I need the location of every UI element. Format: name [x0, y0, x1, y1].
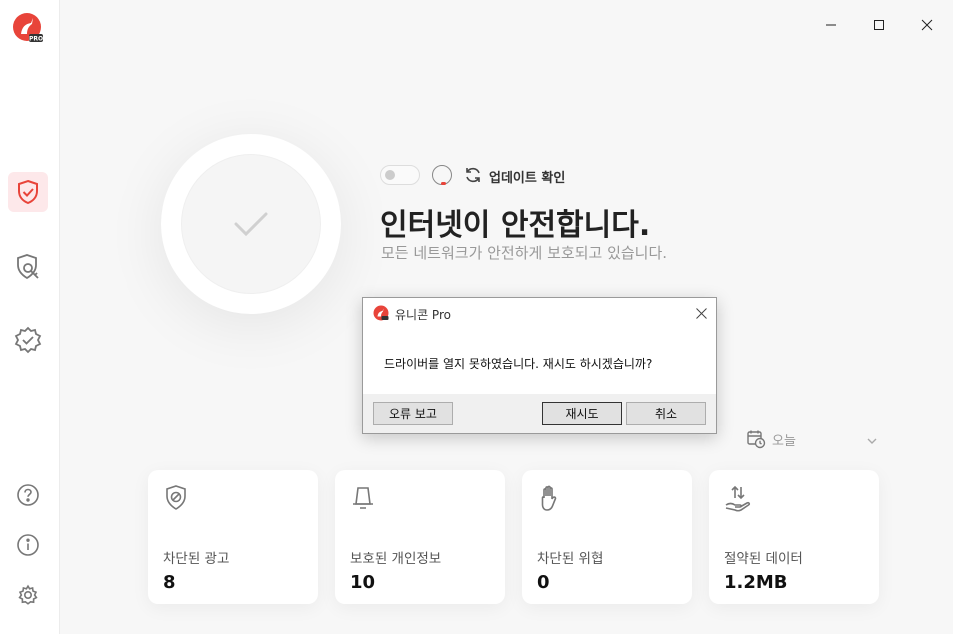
ad-block-icon — [162, 484, 190, 516]
stat-card-blocked-ads: 차단된 광고 8 — [148, 470, 318, 604]
stat-card-protected-privacy: 보호된 개인정보 10 — [335, 470, 505, 604]
sidebar-item-protection[interactable] — [8, 172, 48, 212]
question-icon — [17, 484, 39, 506]
unicorn-app-icon — [373, 305, 389, 321]
unicorn-logo: PRO — [12, 12, 44, 44]
dialog-titlebar: 유니콘 Pro — [363, 298, 716, 328]
close-icon — [921, 19, 933, 31]
chevron-down-icon[interactable] — [866, 432, 878, 451]
stat-card-blocked-threats: 차단된 위협 0 — [522, 470, 692, 604]
dialog-body: 드라이버를 열지 못하였습니다. 재시도 하시겠습니까? — [363, 328, 716, 394]
retry-button[interactable]: 재시도 — [542, 402, 622, 425]
status-headline: 인터넷이 안전합니다. — [380, 208, 651, 243]
shield-check-icon — [18, 179, 38, 205]
bell-icon — [349, 484, 377, 516]
dialog-footer: 오류 보고 재시도 취소 — [363, 394, 716, 433]
data-save-icon — [723, 484, 753, 518]
minimize-button[interactable] — [816, 10, 846, 40]
date-filter-select[interactable]: 오늘 — [772, 430, 796, 449]
sidebar-item-info[interactable] — [8, 525, 48, 565]
card-value: 10 — [350, 572, 376, 593]
sidebar-item-privacy[interactable] — [8, 247, 48, 287]
maximize-button[interactable] — [864, 10, 894, 40]
info-icon — [17, 534, 39, 556]
update-check-button[interactable]: 업데이트 확인 — [489, 167, 565, 186]
check-icon — [234, 212, 268, 237]
card-value: 0 — [537, 572, 550, 593]
sidebar-item-settings[interactable] — [8, 575, 48, 615]
card-value: 1.2MB — [724, 572, 788, 593]
sidebar-item-verified[interactable] — [8, 320, 48, 360]
gear-icon — [18, 584, 38, 605]
close-button[interactable] — [912, 10, 942, 40]
cancel-button[interactable]: 취소 — [626, 402, 706, 425]
error-dialog: 유니콘 Pro 드라이버를 열지 못하였습니다. 재시도 하시겠습니까? 오류 … — [362, 297, 717, 434]
calendar-clock-icon — [746, 429, 766, 453]
close-icon — [695, 307, 707, 319]
toggle-knob — [385, 170, 395, 180]
protection-toggle[interactable] — [380, 165, 420, 185]
card-label: 절약된 데이터 — [724, 551, 803, 567]
maximize-icon — [874, 20, 884, 30]
refresh-icon[interactable] — [464, 166, 482, 188]
shield-key-icon — [17, 254, 39, 280]
sidebar: PRO — [0, 0, 60, 634]
hand-icon — [536, 484, 564, 516]
dialog-message: 드라이버를 열지 못하였습니다. 재시도 하시겠습니까? — [384, 357, 653, 371]
minimize-icon — [826, 24, 836, 26]
card-label: 보호된 개인정보 — [350, 551, 442, 567]
loading-spinner — [432, 165, 452, 185]
stat-card-saved-data: 절약된 데이터 1.2MB — [709, 470, 879, 604]
card-value: 8 — [163, 572, 176, 593]
sidebar-item-help[interactable] — [8, 475, 48, 515]
card-label: 차단된 광고 — [163, 551, 230, 567]
report-error-button[interactable]: 오류 보고 — [373, 402, 453, 425]
status-subline: 모든 네트워크가 안전하게 보호되고 있습니다. — [381, 244, 668, 262]
card-label: 차단된 위협 — [537, 551, 604, 567]
dialog-close-button[interactable] — [692, 304, 710, 322]
status-ring-inner — [181, 154, 321, 294]
svg-text:PRO: PRO — [29, 36, 43, 43]
dialog-title: 유니콘 Pro — [395, 308, 451, 322]
badge-check-icon — [14, 326, 42, 354]
